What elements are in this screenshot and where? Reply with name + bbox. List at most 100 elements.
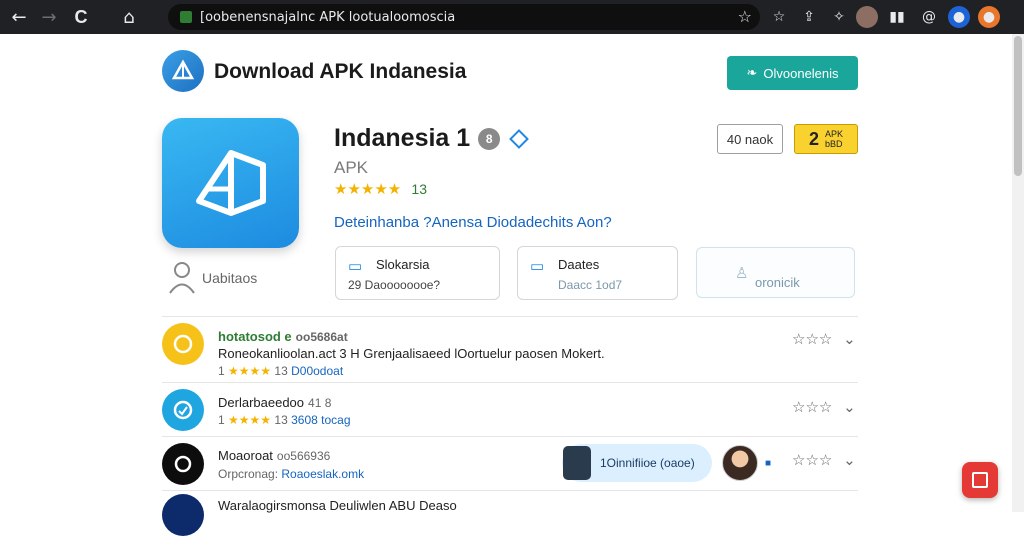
folder-icon: ▭ — [530, 258, 545, 275]
browser-toolbar: ← → C ⌂ [oobenensnajalnc APK lootualoomo… — [0, 0, 1024, 34]
bookmarks-icon[interactable]: ☆ — [768, 6, 790, 28]
stat-badge-gray[interactable]: 40 naok — [717, 124, 783, 154]
meta-link[interactable]: D00odoat — [291, 364, 343, 378]
info-card-dates[interactable]: ▭ Daates Daacc 1od7 — [517, 246, 678, 300]
list-item-title-sub: 41 8 — [308, 396, 332, 410]
chevron-down-icon[interactable]: ⌄ — [843, 330, 856, 348]
divider — [162, 316, 858, 317]
row-actions: ☆☆☆ ⌄ — [792, 451, 856, 469]
favorite-icon[interactable]: ☆ — [792, 398, 805, 416]
list-item-title[interactable]: Waralaogirsmonsa Deuliwlen ABU Deaso — [218, 498, 457, 513]
meta-prefix: 1 — [218, 364, 225, 378]
bookmark-star-icon[interactable]: ☆ — [738, 7, 752, 26]
list-item-meta: Orpcronag: Roaoeslak.omk — [218, 467, 364, 481]
header-action-label: Olvoonelenis — [763, 65, 839, 81]
folder-icon: ▭ — [348, 258, 363, 275]
floating-action-button[interactable] — [962, 462, 998, 498]
meta-num: 13 — [274, 413, 288, 427]
list-item-meta: 1 ★★★★ 13 3608 tocag — [218, 413, 351, 427]
card-title: Slokarsia — [376, 257, 430, 272]
extensions-icon[interactable]: ✧ — [828, 6, 850, 28]
url-text: [oobenensnajalnc APK lootualoomoscia — [200, 9, 456, 25]
extension-blue-icon[interactable]: ● — [948, 6, 970, 28]
meta-link[interactable]: 3608 tocag — [291, 413, 350, 427]
list-item-icon[interactable] — [162, 323, 204, 365]
stat-yellow-label-1: APK — [825, 129, 844, 139]
person-badge-icon: ♙ — [735, 265, 749, 282]
list-item-title-text: hotatosod e — [218, 329, 292, 344]
stat-yellow-labels: APK bBD — [825, 129, 843, 149]
row-actions: ☆☆☆ ⌄ — [792, 398, 856, 416]
meta-num: 13 — [274, 364, 288, 378]
extension-orange-icon[interactable]: ● — [978, 6, 1000, 28]
list-item-icon[interactable] — [162, 389, 204, 431]
forward-button[interactable]: → — [34, 2, 64, 32]
card-title: oronicik — [755, 275, 800, 290]
info-card-report[interactable]: ♙ oronicik — [696, 247, 855, 298]
stat-yellow-number: 2 — [808, 128, 819, 149]
description-link[interactable]: Deteinhanba ?Anensa Diodadechits Aon? — [334, 214, 612, 231]
flag-icon: ■ — [765, 458, 772, 469]
list-item-icon[interactable] — [162, 494, 204, 536]
card-title: Daates — [558, 257, 600, 272]
scrollbar-thumb[interactable] — [1014, 36, 1022, 176]
favorite-icon[interactable]: ☆ — [805, 451, 818, 469]
meta-prefix: Orpcronag: — [218, 467, 279, 481]
list-item-title[interactable]: Derlarbaeedoo 41 8 — [218, 395, 331, 410]
list-item-title-sub: oo5686at — [295, 330, 348, 344]
favorite-icon[interactable]: ☆ — [805, 398, 818, 416]
share-icon[interactable]: ☆ — [819, 398, 832, 416]
list-item-title[interactable]: Moaoroat oo566936 — [218, 448, 330, 463]
favorite-icon[interactable]: ☆ — [805, 330, 818, 348]
share-icon[interactable]: ☆ — [819, 451, 832, 469]
favorite-icon[interactable]: ☆ — [792, 330, 805, 348]
list-item-icon[interactable] — [162, 443, 204, 485]
meta-prefix: 1 — [218, 413, 225, 427]
row-actions: ☆☆☆ ⌄ — [792, 330, 856, 348]
share-icon[interactable]: ⇪ — [798, 6, 820, 28]
list-item-title-text: Derlarbaeedoo — [218, 395, 305, 410]
phone-icon — [563, 446, 591, 480]
rating-stars-icon: ★★★★★ — [334, 181, 402, 198]
list-item-title-sub: oo566936 — [276, 449, 331, 463]
avatar[interactable] — [722, 445, 758, 481]
reader-icon[interactable]: ▮▮ — [886, 6, 908, 28]
share-icon[interactable]: ☆ — [819, 330, 832, 348]
rating-count: 13 — [411, 181, 427, 197]
list-item-title-text: Moaoroat — [218, 448, 273, 463]
site-title[interactable]: Download APK Indanesia — [214, 60, 466, 84]
app-subtitle: APK — [334, 158, 369, 177]
site-logo-icon[interactable] — [162, 50, 204, 92]
square-icon — [972, 472, 988, 488]
chevron-down-icon[interactable]: ⌄ — [843, 398, 856, 416]
chevron-down-icon[interactable]: ⌄ — [843, 451, 856, 469]
home-button[interactable]: ⌂ — [114, 2, 144, 32]
reload-button[interactable]: C — [66, 2, 96, 32]
divider — [162, 436, 858, 437]
header-action-button[interactable]: ❧ Olvoonelenis — [727, 56, 858, 90]
stat-badge-yellow[interactable]: 2 APK bBD — [794, 124, 858, 154]
info-card-size[interactable]: ▭ Slokarsia 29 Daoooooooe? — [335, 246, 500, 300]
developer-label[interactable]: Uabitaos — [202, 270, 257, 286]
leaf-icon: ❧ — [746, 65, 758, 81]
list-item-title[interactable]: hotatosod e oo5686at — [218, 329, 348, 344]
stat-yellow-label-2: bBD — [825, 139, 843, 149]
divider — [162, 490, 858, 491]
app-icon — [162, 118, 299, 248]
site-favicon — [180, 11, 192, 23]
chat-label: 1Oinnifiioe (oaoe) — [600, 456, 695, 470]
card-subtitle: 29 Daoooooooe? — [348, 278, 441, 292]
back-button[interactable]: ← — [4, 2, 34, 32]
address-bar[interactable]: [oobenensnajalnc APK lootualoomoscia ☆ — [168, 4, 760, 30]
favorite-icon[interactable]: ☆ — [792, 451, 805, 469]
app-name: Indanesia 1 8 — [334, 124, 530, 153]
diamond-icon — [509, 128, 530, 149]
at-icon[interactable]: @ — [918, 6, 940, 28]
meta-stars-icon: ★★★★ — [228, 413, 272, 427]
meta-stars-icon: ★★★★ — [228, 364, 272, 378]
profile-avatar-icon[interactable] — [856, 6, 878, 28]
card-subtitle: Daacc 1od7 — [558, 278, 623, 292]
verified-badge-icon: 8 — [478, 127, 501, 150]
meta-link[interactable]: Roaoeslak.omk — [281, 467, 364, 481]
list-item-description: Roneokanlioolan.act 3 H Grenjaalisaeed l… — [218, 346, 605, 361]
